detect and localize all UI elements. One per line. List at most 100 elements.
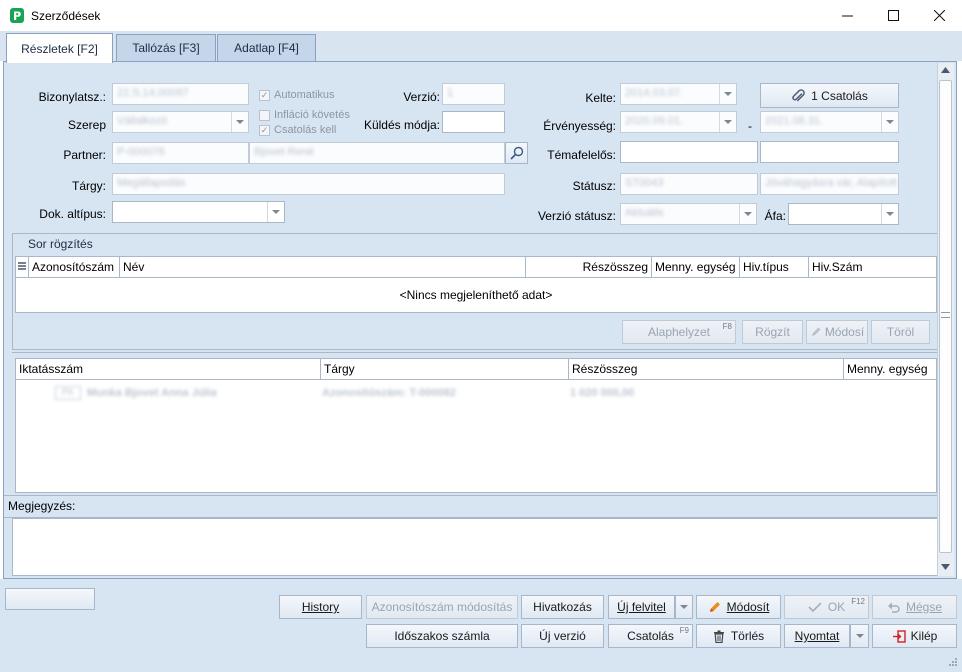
- bizonylatsz-label: Bizonylatsz.:: [38, 90, 106, 104]
- idoszakos-szamla-button[interactable]: Időszakos számla: [366, 624, 518, 648]
- close-button[interactable]: [916, 0, 962, 31]
- checkmark-icon: [808, 602, 822, 613]
- tab-reszletek[interactable]: Részletek [F2]: [6, 33, 113, 63]
- column-header[interactable]: Tárgy: [321, 359, 569, 379]
- resize-grip-icon[interactable]: [946, 657, 958, 669]
- azonositoszam-modositas-button[interactable]: Azonosítószám módosítás: [366, 595, 518, 619]
- megjegyzes-textarea[interactable]: [12, 518, 938, 576]
- partner-name-field[interactable]: Bjovet René: [249, 142, 505, 164]
- history-button[interactable]: History: [279, 595, 362, 619]
- nyomtat-dropdown[interactable]: [850, 624, 869, 648]
- csatolas-kell-checkbox[interactable]: ✓ Csatolás kell: [259, 124, 336, 136]
- scroll-down-icon[interactable]: [941, 564, 950, 570]
- column-header[interactable]: Menny. egység: [844, 359, 936, 379]
- chevron-down-icon: [267, 202, 284, 222]
- torles-button[interactable]: Törlés: [696, 624, 781, 648]
- column-header[interactable]: Menny. egység: [652, 257, 740, 277]
- sor-grid-header: Azonosítószám Név Részösszeg Menny. egys…: [15, 256, 937, 278]
- statusz-code-value: ST0043: [625, 177, 664, 189]
- sor-modosit-button[interactable]: Módosí: [806, 320, 868, 344]
- ervenyesseg-to-field[interactable]: 2021.08.31.: [760, 111, 899, 133]
- uj-felvitel-dropdown[interactable]: [675, 595, 693, 619]
- partner-name-value: Bjovet René: [254, 146, 314, 158]
- kelte-field[interactable]: 2014.03.07.: [620, 83, 737, 105]
- statusz-text-field[interactable]: Jóváhagyásra vár, Alapított: [760, 173, 899, 195]
- chevron-down-icon: [719, 112, 736, 132]
- verzio-field[interactable]: 1: [442, 83, 505, 105]
- ervenyesseg-from-field[interactable]: 2020.09.01.: [620, 111, 737, 133]
- column-chooser-icon[interactable]: [16, 257, 29, 277]
- column-header[interactable]: Részösszeg: [526, 257, 652, 277]
- temafelelos-name-field[interactable]: [760, 141, 899, 163]
- table-row[interactable]: PK Munka Bjovet Anna Júlia Azonosítószám…: [15, 382, 937, 404]
- checkbox-empty-icon: [259, 109, 270, 121]
- targy-field[interactable]: Megállapodás: [112, 173, 505, 195]
- inflacio-checkbox[interactable]: Infláció követés: [259, 109, 350, 121]
- title-bar: [0, 0, 962, 31]
- shortcut-key: F12: [851, 597, 865, 606]
- partner-code-field[interactable]: P-000076: [112, 142, 249, 164]
- button-label: Alaphelyzet: [647, 325, 711, 339]
- statusz-label: Státusz:: [572, 179, 616, 193]
- csatolas-button[interactable]: 1 Csatolás: [760, 83, 899, 108]
- tab-label: Adatlap [F4]: [234, 41, 299, 55]
- button-label: Új verzió: [539, 629, 586, 643]
- column-header[interactable]: Azonosítószám: [29, 257, 120, 277]
- bizonylatsz-field[interactable]: 22.S.14.00097: [112, 83, 249, 105]
- szerep-select[interactable]: Vállalkozó: [112, 111, 249, 133]
- modosit-button[interactable]: Módosít: [696, 595, 781, 619]
- button-label: Törlés: [730, 629, 765, 643]
- statusz-text-value: Jóváhagyásra vár, Alapított: [765, 177, 898, 189]
- row-targy: Azonosítószám: T-000082: [322, 387, 456, 399]
- shortcut-key: F9: [679, 626, 689, 635]
- afa-label: Áfa:: [764, 209, 786, 223]
- statusz-code-field[interactable]: ST0043: [620, 173, 758, 195]
- row-reszosszeg: 1 020 000,00: [570, 387, 635, 399]
- megjegyzes-label: Megjegyzés:: [4, 495, 938, 518]
- chevron-down-icon: [881, 112, 898, 132]
- column-header[interactable]: Hiv.Szám: [809, 257, 936, 277]
- column-header[interactable]: Hiv.típus: [740, 257, 809, 277]
- button-label: Azonosítószám módosítás: [371, 600, 513, 614]
- tab-tallozas[interactable]: Tallózás [F3]: [116, 34, 216, 61]
- megse-button[interactable]: Mégse: [872, 595, 957, 619]
- csatolas-kell-label: Csatolás kell: [274, 124, 337, 136]
- automatikus-checkbox[interactable]: ✓ Automatikus: [259, 89, 335, 101]
- ok-button[interactable]: OK F12: [784, 595, 869, 619]
- column-header[interactable]: Iktatásszám: [16, 359, 321, 379]
- csatolas-toolbar-button[interactable]: Csatolás F9: [608, 624, 693, 648]
- targy-value: Megállapodás: [117, 177, 186, 189]
- rogzit-button[interactable]: Rögzít: [742, 320, 803, 344]
- maximize-button[interactable]: [870, 0, 916, 31]
- scroll-up-icon[interactable]: [941, 67, 950, 73]
- afa-select[interactable]: [788, 203, 899, 225]
- button-label: OK: [827, 600, 846, 614]
- button-label: Módosít: [726, 600, 770, 614]
- kuldes-modja-field[interactable]: [442, 111, 505, 133]
- minimize-button[interactable]: [824, 0, 870, 31]
- hivatkozas-button[interactable]: Hivatkozás: [521, 595, 604, 619]
- verzio-statusz-select[interactable]: Aktuális: [620, 203, 757, 225]
- undo-icon: [887, 602, 900, 613]
- uj-felvitel-button[interactable]: Új felvitel: [608, 595, 675, 619]
- splitter[interactable]: [12, 352, 938, 356]
- dok-altipus-select[interactable]: [112, 201, 285, 223]
- dok-altipus-label: Dok. altípus:: [39, 207, 106, 221]
- csatolas-button-label: 1 Csatolás: [811, 88, 868, 103]
- sor-grid-body[interactable]: <Nincs megjeleníthető adat>: [15, 278, 937, 313]
- temafelelos-code-field[interactable]: [620, 141, 758, 163]
- maximize-icon: [887, 10, 899, 21]
- button-label: Kilép: [910, 629, 938, 643]
- chevron-down-icon: [231, 112, 248, 132]
- column-header[interactable]: Név: [120, 257, 526, 277]
- torol-button[interactable]: Töröl: [871, 320, 930, 344]
- kelte-value: 2014.03.07.: [625, 87, 684, 99]
- bizonylatsz-value: 22.S.14.00097: [117, 87, 189, 99]
- nyomtat-button[interactable]: Nyomtat: [784, 624, 850, 648]
- kilep-button[interactable]: Kilép: [872, 624, 957, 648]
- tab-adatlap[interactable]: Adatlap [F4]: [217, 34, 316, 61]
- uj-verzio-button[interactable]: Új verzió: [521, 624, 604, 648]
- column-header[interactable]: Részösszeg: [569, 359, 844, 379]
- alaphelyzet-button[interactable]: Alaphelyzet F8: [622, 320, 736, 344]
- exit-icon: [892, 629, 906, 643]
